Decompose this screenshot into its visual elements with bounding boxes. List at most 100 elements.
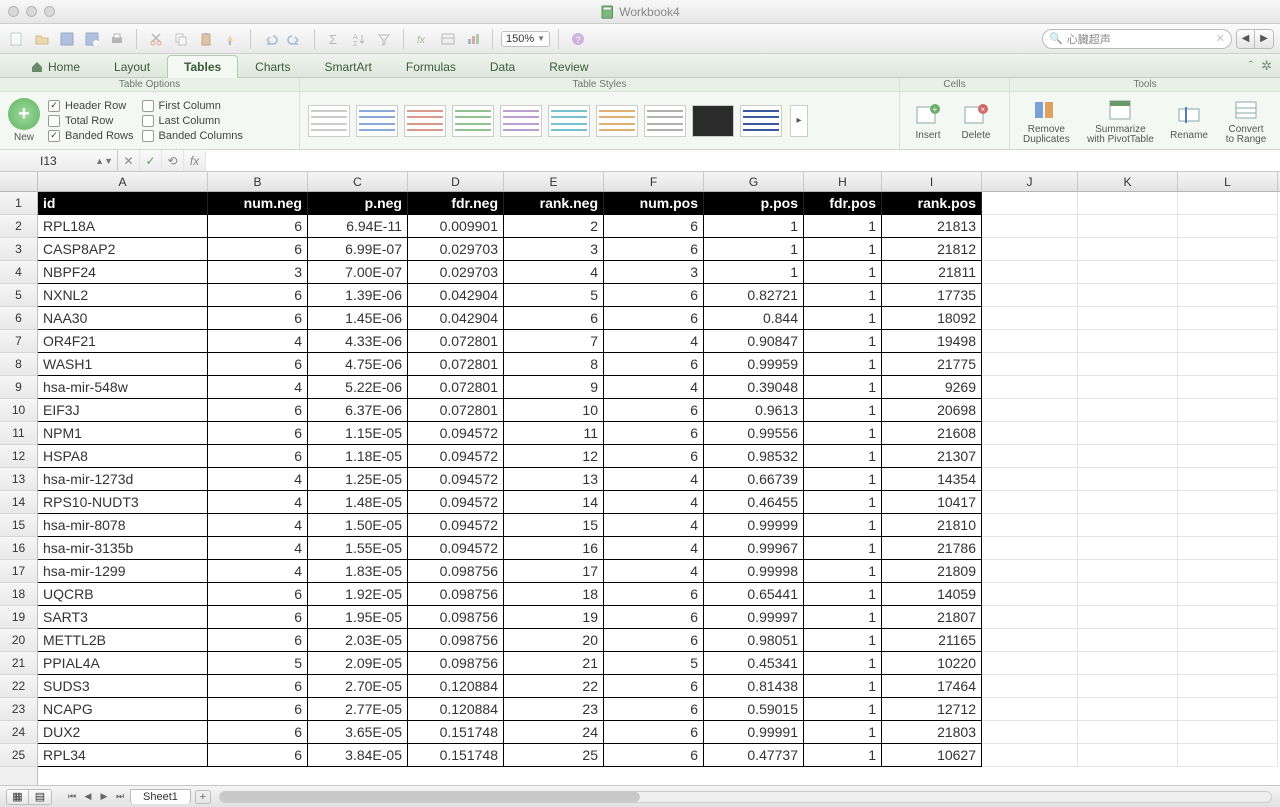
- row-header[interactable]: 16: [0, 537, 37, 560]
- table-cell[interactable]: 21: [504, 652, 604, 675]
- cell[interactable]: [1078, 307, 1178, 330]
- ribbon-tab-tables[interactable]: Tables: [167, 55, 238, 78]
- table-cell[interactable]: 0.844: [704, 307, 804, 330]
- table-style-swatch[interactable]: [644, 105, 686, 137]
- cell[interactable]: [982, 422, 1078, 445]
- cell[interactable]: [1078, 422, 1178, 445]
- table-cell[interactable]: 0.99959: [704, 353, 804, 376]
- table-cell[interactable]: 21810: [882, 514, 982, 537]
- table-cell[interactable]: 0.81438: [704, 675, 804, 698]
- table-cell[interactable]: 6: [208, 399, 308, 422]
- table-cell[interactable]: 3.65E-05: [308, 721, 408, 744]
- ribbon-tab-smartart[interactable]: SmartArt: [308, 55, 389, 78]
- table-cell[interactable]: 0.094572: [408, 445, 504, 468]
- row-header[interactable]: 4: [0, 261, 37, 284]
- cell[interactable]: [982, 583, 1078, 606]
- row-header[interactable]: 17: [0, 560, 37, 583]
- table-cell[interactable]: 17464: [882, 675, 982, 698]
- column-header[interactable]: L: [1178, 172, 1278, 191]
- table-cell[interactable]: 6: [604, 606, 704, 629]
- cell[interactable]: [982, 192, 1078, 215]
- table-cell[interactable]: 4: [208, 376, 308, 399]
- cell[interactable]: [1078, 284, 1178, 307]
- table-cell[interactable]: 0.098756: [408, 629, 504, 652]
- table-cell[interactable]: 10: [504, 399, 604, 422]
- table-cell[interactable]: SUDS3: [38, 675, 208, 698]
- cell[interactable]: [1178, 422, 1278, 445]
- table-cell[interactable]: 23: [504, 698, 604, 721]
- cell[interactable]: [1178, 721, 1278, 744]
- column-header[interactable]: A: [38, 172, 208, 191]
- table-cell[interactable]: 9: [504, 376, 604, 399]
- table-cell[interactable]: HSPA8: [38, 445, 208, 468]
- cell[interactable]: [982, 744, 1078, 767]
- table-cell[interactable]: 21775: [882, 353, 982, 376]
- table-cell[interactable]: 1.18E-05: [308, 445, 408, 468]
- cell[interactable]: [1178, 238, 1278, 261]
- table-cell[interactable]: 3.84E-05: [308, 744, 408, 767]
- table-cell[interactable]: 1: [804, 721, 882, 744]
- cell[interactable]: [1078, 583, 1178, 606]
- table-style-swatch[interactable]: [740, 105, 782, 137]
- cell[interactable]: [982, 215, 1078, 238]
- table-cell[interactable]: 1.45E-06: [308, 307, 408, 330]
- table-cell[interactable]: 1: [804, 468, 882, 491]
- cell[interactable]: [982, 261, 1078, 284]
- first-column-checkbox[interactable]: First Column: [142, 100, 243, 112]
- table-cell[interactable]: 0.46455: [704, 491, 804, 514]
- cell[interactable]: [1078, 514, 1178, 537]
- cell[interactable]: [1078, 399, 1178, 422]
- table-cell[interactable]: 9269: [882, 376, 982, 399]
- horizontal-scrollbar[interactable]: [219, 791, 1272, 803]
- table-cell[interactable]: 6: [208, 675, 308, 698]
- table-style-swatch[interactable]: [452, 105, 494, 137]
- table-cell[interactable]: 4.33E-06: [308, 330, 408, 353]
- table-cell[interactable]: 15: [504, 514, 604, 537]
- table-cell[interactable]: 1: [804, 307, 882, 330]
- table-cell[interactable]: 4: [208, 514, 308, 537]
- table-cell[interactable]: 6: [208, 698, 308, 721]
- row-header[interactable]: 10: [0, 399, 37, 422]
- table-cell[interactable]: NBPF24: [38, 261, 208, 284]
- copy-button[interactable]: [170, 28, 192, 50]
- table-cell[interactable]: 0.094572: [408, 514, 504, 537]
- table-cell[interactable]: 6: [208, 744, 308, 767]
- formula-input[interactable]: [206, 150, 1280, 171]
- grid-body[interactable]: idnum.negp.negfdr.negrank.negnum.posp.po…: [38, 192, 1280, 767]
- new-table-button[interactable]: + New: [8, 98, 40, 143]
- table-cell[interactable]: 6: [208, 422, 308, 445]
- close-window-button[interactable]: [8, 6, 19, 17]
- column-header[interactable]: G: [704, 172, 804, 191]
- table-cell[interactable]: 6: [604, 353, 704, 376]
- table-style-swatch[interactable]: [308, 105, 350, 137]
- table-cell[interactable]: 4: [604, 330, 704, 353]
- accept-formula-button[interactable]: ✓: [140, 150, 162, 171]
- table-cell[interactable]: 21813: [882, 215, 982, 238]
- cell[interactable]: [1078, 606, 1178, 629]
- row-header[interactable]: 14: [0, 491, 37, 514]
- zoom-window-button[interactable]: [44, 6, 55, 17]
- table-cell[interactable]: 21807: [882, 606, 982, 629]
- cell[interactable]: [982, 399, 1078, 422]
- row-header[interactable]: 15: [0, 514, 37, 537]
- table-cell[interactable]: 6: [604, 307, 704, 330]
- table-cell[interactable]: 5: [504, 284, 604, 307]
- table-cell[interactable]: 1.39E-06: [308, 284, 408, 307]
- table-style-swatch[interactable]: [596, 105, 638, 137]
- table-cell[interactable]: 0.151748: [408, 721, 504, 744]
- table-cell[interactable]: RPS10-NUDT3: [38, 491, 208, 514]
- table-cell[interactable]: 0.072801: [408, 376, 504, 399]
- page-layout-view-button[interactable]: ▤: [29, 790, 51, 804]
- table-cell[interactable]: hsa-mir-8078: [38, 514, 208, 537]
- select-all-corner[interactable]: [0, 172, 37, 192]
- cell[interactable]: [982, 629, 1078, 652]
- row-header[interactable]: 22: [0, 675, 37, 698]
- table-cell[interactable]: 1: [804, 514, 882, 537]
- row-header[interactable]: 2: [0, 215, 37, 238]
- table-cell[interactable]: 0.009901: [408, 215, 504, 238]
- table-cell[interactable]: 4: [208, 468, 308, 491]
- format-painter-button[interactable]: [220, 28, 242, 50]
- ribbon-tab-data[interactable]: Data: [473, 55, 532, 78]
- table-cell[interactable]: 4: [604, 537, 704, 560]
- table-cell[interactable]: 6: [604, 284, 704, 307]
